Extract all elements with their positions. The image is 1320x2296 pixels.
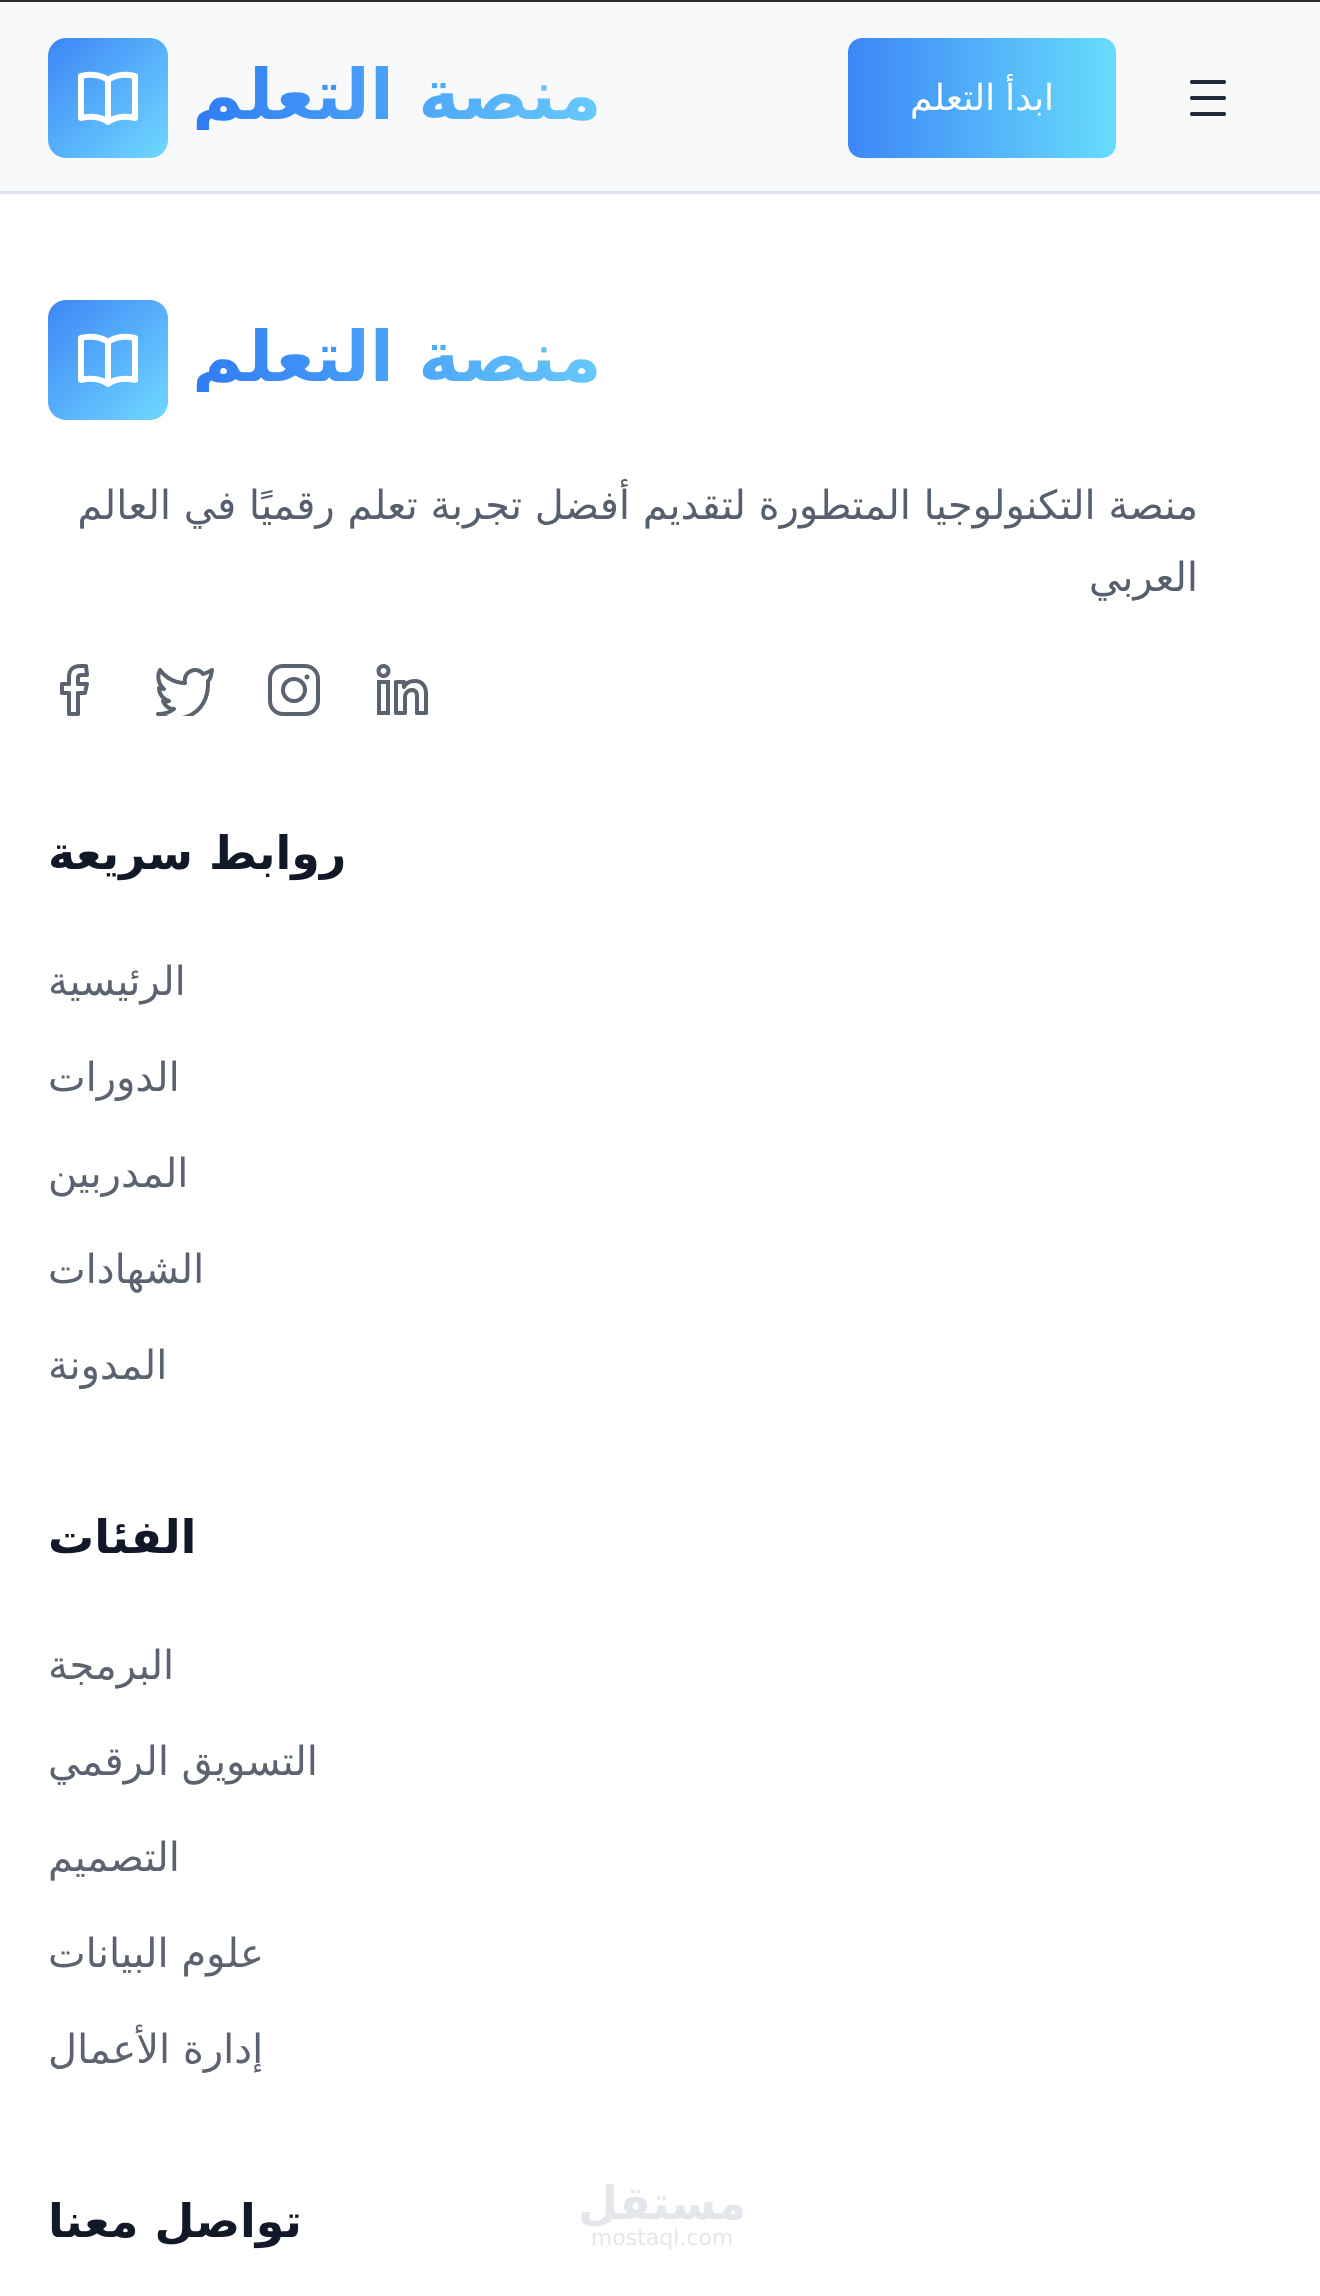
categories-heading: الفئات — [48, 1510, 197, 1564]
book-icon — [78, 71, 138, 125]
category-link-design[interactable]: التصميم — [48, 1834, 180, 1882]
book-icon — [78, 333, 138, 387]
contact-heading: تواصل معنا — [48, 2194, 302, 2248]
category-link-digital-marketing[interactable]: التسويق الرقمي — [48, 1738, 318, 1786]
footer-link-home[interactable]: الرئيسية — [48, 958, 186, 1006]
mostaql-watermark: مستقل mostaql.com — [578, 2180, 746, 2250]
facebook-icon[interactable] — [48, 660, 108, 720]
watermark-arabic: مستقل — [578, 2176, 747, 2230]
twitter-icon[interactable] — [156, 660, 216, 720]
category-link-data-science[interactable]: علوم البيانات — [48, 1930, 264, 1978]
hamburger-menu-icon[interactable] — [1190, 80, 1230, 116]
start-learning-button[interactable]: ابدأ التعلم — [848, 38, 1116, 158]
instagram-icon[interactable] — [264, 660, 324, 720]
footer-logo[interactable] — [48, 300, 168, 420]
footer-link-blog[interactable]: المدونة — [48, 1342, 167, 1390]
linkedin-icon[interactable] — [372, 660, 432, 720]
quick-links-heading: روابط سريعة — [48, 826, 347, 880]
footer-brand-name: منصة التعلم — [192, 316, 602, 398]
category-link-programming[interactable]: البرمجة — [48, 1642, 174, 1690]
top-navbar: منصة التعلم ابدأ التعلم — [0, 0, 1320, 194]
footer-description: منصة التكنولوجيا المتطورة لتقديم أفضل تج… — [77, 483, 1198, 601]
footer-link-certificates[interactable]: الشهادات — [48, 1246, 204, 1294]
header-brand-name[interactable]: منصة التعلم — [192, 60, 602, 130]
social-links — [48, 660, 432, 724]
footer-link-instructors[interactable]: المدربين — [48, 1150, 188, 1198]
header-logo[interactable] — [48, 38, 168, 158]
watermark-latin: mostaql.com — [590, 2226, 734, 2251]
footer-link-courses[interactable]: الدورات — [48, 1054, 180, 1102]
category-link-business-management[interactable]: إدارة الأعمال — [48, 2026, 263, 2074]
